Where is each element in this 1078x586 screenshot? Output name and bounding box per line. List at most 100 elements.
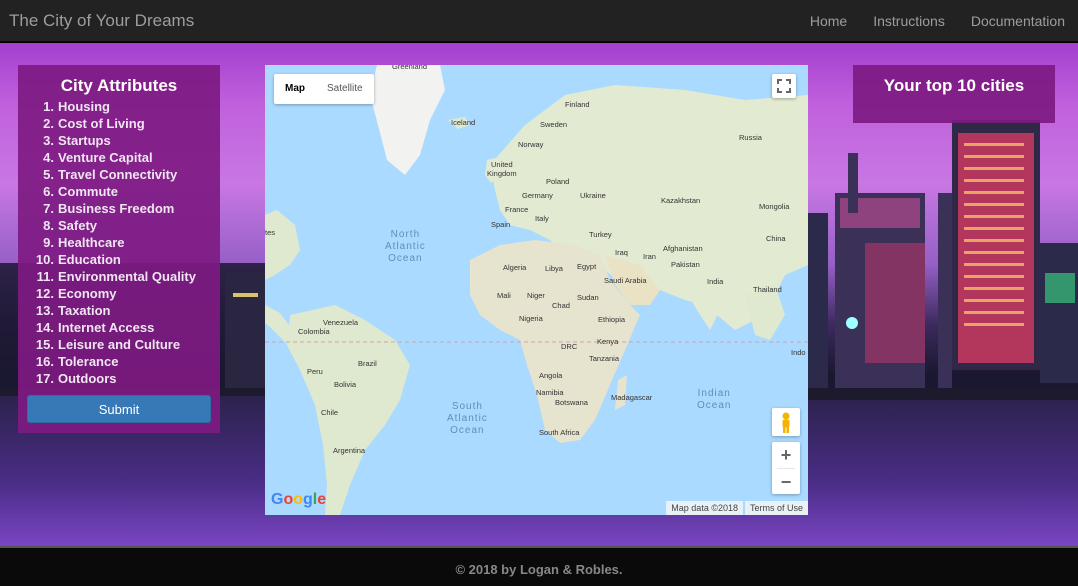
attribute-item[interactable]: 14. Internet Access bbox=[18, 319, 220, 336]
map-label-kazakhstan: Kazakhstan bbox=[661, 196, 701, 205]
brand-link[interactable]: The City of Your Dreams bbox=[0, 11, 194, 31]
map-label-madagascar: Madagascar bbox=[611, 393, 653, 402]
nav-home[interactable]: Home bbox=[798, 13, 859, 29]
map-label-sudan: Sudan bbox=[577, 293, 599, 302]
attribute-label: Housing bbox=[58, 99, 110, 114]
map-label-bolivia: Bolivia bbox=[334, 380, 357, 389]
map-type-map-button[interactable]: Map bbox=[274, 74, 316, 104]
map-label-russia: Russia bbox=[739, 133, 762, 142]
map-label-france: France bbox=[505, 205, 529, 214]
navbar: The City of Your Dreams Home Instruction… bbox=[0, 0, 1078, 42]
map-label-kenya: Kenya bbox=[597, 337, 619, 346]
attribute-item[interactable]: 1. Housing bbox=[18, 98, 220, 115]
attribute-item[interactable]: 9. Healthcare bbox=[18, 234, 220, 251]
nav-documentation[interactable]: Documentation bbox=[959, 13, 1077, 29]
street-view-pegman-button[interactable] bbox=[772, 408, 800, 436]
top-cities-panel: Your top 10 cities bbox=[853, 65, 1055, 123]
attribute-label: Tolerance bbox=[58, 354, 119, 369]
attribute-item[interactable]: 2. Cost of Living bbox=[18, 115, 220, 132]
map-label-nigeria: Nigeria bbox=[519, 314, 543, 323]
map-label-iceland: Iceland bbox=[451, 118, 476, 127]
map-label-ethiopia: Ethiopia bbox=[598, 315, 626, 324]
map-label-namibia: Namibia bbox=[536, 388, 564, 397]
map-label-saudi: Saudi Arabia bbox=[604, 276, 647, 285]
map-label-iran: Iran bbox=[643, 252, 656, 261]
map-label-colombia: Colombia bbox=[298, 327, 330, 336]
attribute-item[interactable]: 11. Environmental Quality bbox=[18, 268, 220, 285]
attribute-number: 7. bbox=[43, 201, 54, 216]
zoom-out-button[interactable]: − bbox=[772, 469, 800, 495]
map-label-iraq: Iraq bbox=[615, 248, 628, 257]
map-label-mali: Mali bbox=[497, 291, 511, 300]
ocean-label-south-atlantic: South Atlantic Ocean bbox=[447, 401, 488, 436]
attribute-number: 4. bbox=[43, 150, 54, 165]
map-label-drc: DRC bbox=[561, 342, 578, 351]
map-label-algeria: Algeria bbox=[503, 263, 527, 272]
attribute-number: 11. bbox=[36, 269, 54, 284]
attribute-label: Commute bbox=[58, 184, 118, 199]
attribute-number: 15. bbox=[35, 337, 54, 352]
map-label-angola: Angola bbox=[539, 371, 563, 380]
map-type-satellite-button[interactable]: Satellite bbox=[316, 74, 374, 104]
ocean-label-indian: Indian Ocean bbox=[697, 388, 732, 411]
map-label-venezuela: Venezuela bbox=[323, 318, 359, 327]
attribute-item[interactable]: 3. Startups bbox=[18, 132, 220, 149]
attribute-label: Cost of Living bbox=[58, 116, 145, 131]
zoom-control: + − bbox=[772, 442, 800, 494]
map-label-uk: United Kingdom bbox=[487, 160, 517, 178]
attribute-item[interactable]: 5. Travel Connectivity bbox=[18, 166, 220, 183]
nav-instructions[interactable]: Instructions bbox=[861, 13, 957, 29]
map-label-afghanistan: Afghanistan bbox=[663, 244, 703, 253]
attribute-label: Venture Capital bbox=[58, 150, 153, 165]
map-type-control: Map Satellite bbox=[274, 74, 374, 104]
attribute-number: 8. bbox=[43, 218, 54, 233]
map-label-norway: Norway bbox=[518, 140, 544, 149]
attribute-label: Startups bbox=[58, 133, 111, 148]
page-footer: © 2018 by Logan & Robles. bbox=[0, 546, 1078, 586]
attribute-label: Environmental Quality bbox=[58, 269, 196, 284]
attribute-item[interactable]: 15. Leisure and Culture bbox=[18, 336, 220, 353]
attribute-item[interactable]: 13. Taxation bbox=[18, 302, 220, 319]
terms-of-use-link[interactable]: Terms of Use bbox=[744, 501, 808, 515]
fullscreen-button[interactable] bbox=[772, 74, 796, 98]
map-label-pakistan: Pakistan bbox=[671, 260, 700, 269]
google-logo[interactable]: Google bbox=[271, 491, 326, 509]
attribute-label: Education bbox=[58, 252, 121, 267]
top-cities-title: Your top 10 cities bbox=[883, 76, 1025, 95]
attribute-item[interactable]: 6. Commute bbox=[18, 183, 220, 200]
map-label-tes: tes bbox=[265, 228, 276, 237]
attribute-item[interactable]: 8. Safety bbox=[18, 217, 220, 234]
fullscreen-icon bbox=[777, 79, 791, 93]
footer-copyright: © 2018 by Logan & Robles. bbox=[455, 562, 623, 577]
map-label-chile: Chile bbox=[321, 408, 339, 417]
map-data-credit: Map data ©2018 bbox=[666, 501, 743, 515]
attribute-number: 1. bbox=[43, 99, 54, 114]
pegman-icon bbox=[782, 412, 790, 433]
attribute-label: Outdoors bbox=[58, 371, 117, 386]
map-label-sweden: Sweden bbox=[540, 120, 568, 129]
attribute-number: 3. bbox=[43, 133, 54, 148]
attribute-item[interactable]: 17. Outdoors bbox=[18, 370, 220, 387]
world-map[interactable]: Greenland Iceland Finland Sweden Norway Russi… bbox=[265, 65, 808, 515]
submit-button[interactable]: Submit bbox=[27, 395, 211, 423]
map-label-greenland: Greenland bbox=[392, 65, 428, 71]
map-label-indo: Indo bbox=[791, 348, 806, 357]
attribute-label: Internet Access bbox=[58, 320, 155, 335]
map-label-southafrica: South Africa bbox=[539, 428, 580, 437]
attribute-item[interactable]: 4. Venture Capital bbox=[18, 149, 220, 166]
map-label-poland: Poland bbox=[546, 177, 570, 186]
attribute-item[interactable]: 7. Business Freedom bbox=[18, 200, 220, 217]
attribute-item[interactable]: 16. Tolerance bbox=[18, 353, 220, 370]
zoom-in-button[interactable]: + bbox=[772, 442, 800, 468]
map-label-germany: Germany bbox=[522, 191, 553, 200]
attribute-number: 2. bbox=[43, 116, 54, 131]
attribute-label: Taxation bbox=[58, 303, 111, 318]
map-label-brazil: Brazil bbox=[358, 359, 377, 368]
map-label-tanzania: Tanzania bbox=[589, 354, 620, 363]
map-label-ukraine: Ukraine bbox=[580, 191, 606, 200]
attribute-number: 17. bbox=[35, 371, 54, 386]
attribute-item[interactable]: 12. Economy bbox=[18, 285, 220, 302]
attribute-item[interactable]: 10. Education bbox=[18, 251, 220, 268]
attribute-number: 14. bbox=[35, 320, 54, 335]
attributes-list: 1. Housing 2. Cost of Living 3. Startups 4. Ven… bbox=[18, 98, 220, 387]
